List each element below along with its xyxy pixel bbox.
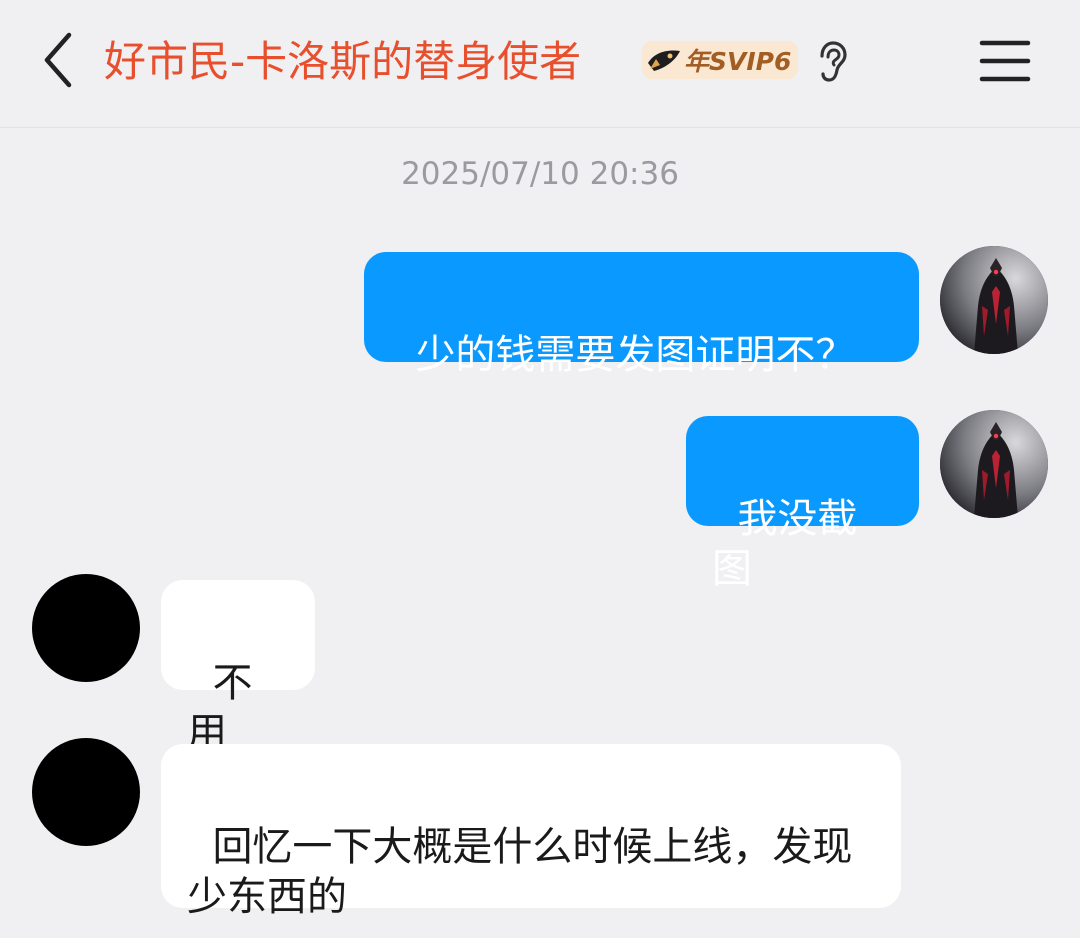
- svip-badge[interactable]: 年SVIP6: [642, 41, 798, 79]
- chevron-left-icon: [44, 32, 72, 88]
- message-text: 少的钱需要发图证明不？: [415, 332, 856, 378]
- my-avatar[interactable]: [940, 246, 1048, 354]
- chat-header: 好市民-卡洛斯的替身使者 年SVIP6: [0, 0, 1080, 128]
- message-text: 回忆一下大概是什么时候上线，发现少东西的: [187, 824, 853, 920]
- outgoing-message-bubble[interactable]: 少的钱需要发图证明不？: [364, 252, 919, 378]
- outgoing-message-bubble[interactable]: 我没截图: [686, 416, 919, 592]
- contact-avatar[interactable]: [32, 574, 140, 682]
- svip-rocket-icon: [644, 42, 684, 78]
- hamburger-menu-icon: [979, 40, 1031, 82]
- message-text: 我没截图: [712, 496, 858, 592]
- incoming-message-bubble[interactable]: 回忆一下大概是什么时候上线，发现少东西的: [161, 744, 901, 920]
- chat-title[interactable]: 好市民-卡洛斯的替身使者: [104, 36, 581, 88]
- message-text: 不用: [187, 660, 253, 756]
- back-button[interactable]: [28, 28, 88, 92]
- svip-badge-text: 年SVIP6: [684, 47, 792, 76]
- my-avatar[interactable]: [940, 410, 1048, 518]
- message-timestamp: 2025/07/10 20:36: [401, 156, 679, 192]
- ear-icon[interactable]: [814, 40, 850, 84]
- menu-button[interactable]: [972, 34, 1036, 90]
- incoming-message-bubble[interactable]: 不用: [161, 580, 315, 756]
- contact-avatar[interactable]: [32, 738, 140, 846]
